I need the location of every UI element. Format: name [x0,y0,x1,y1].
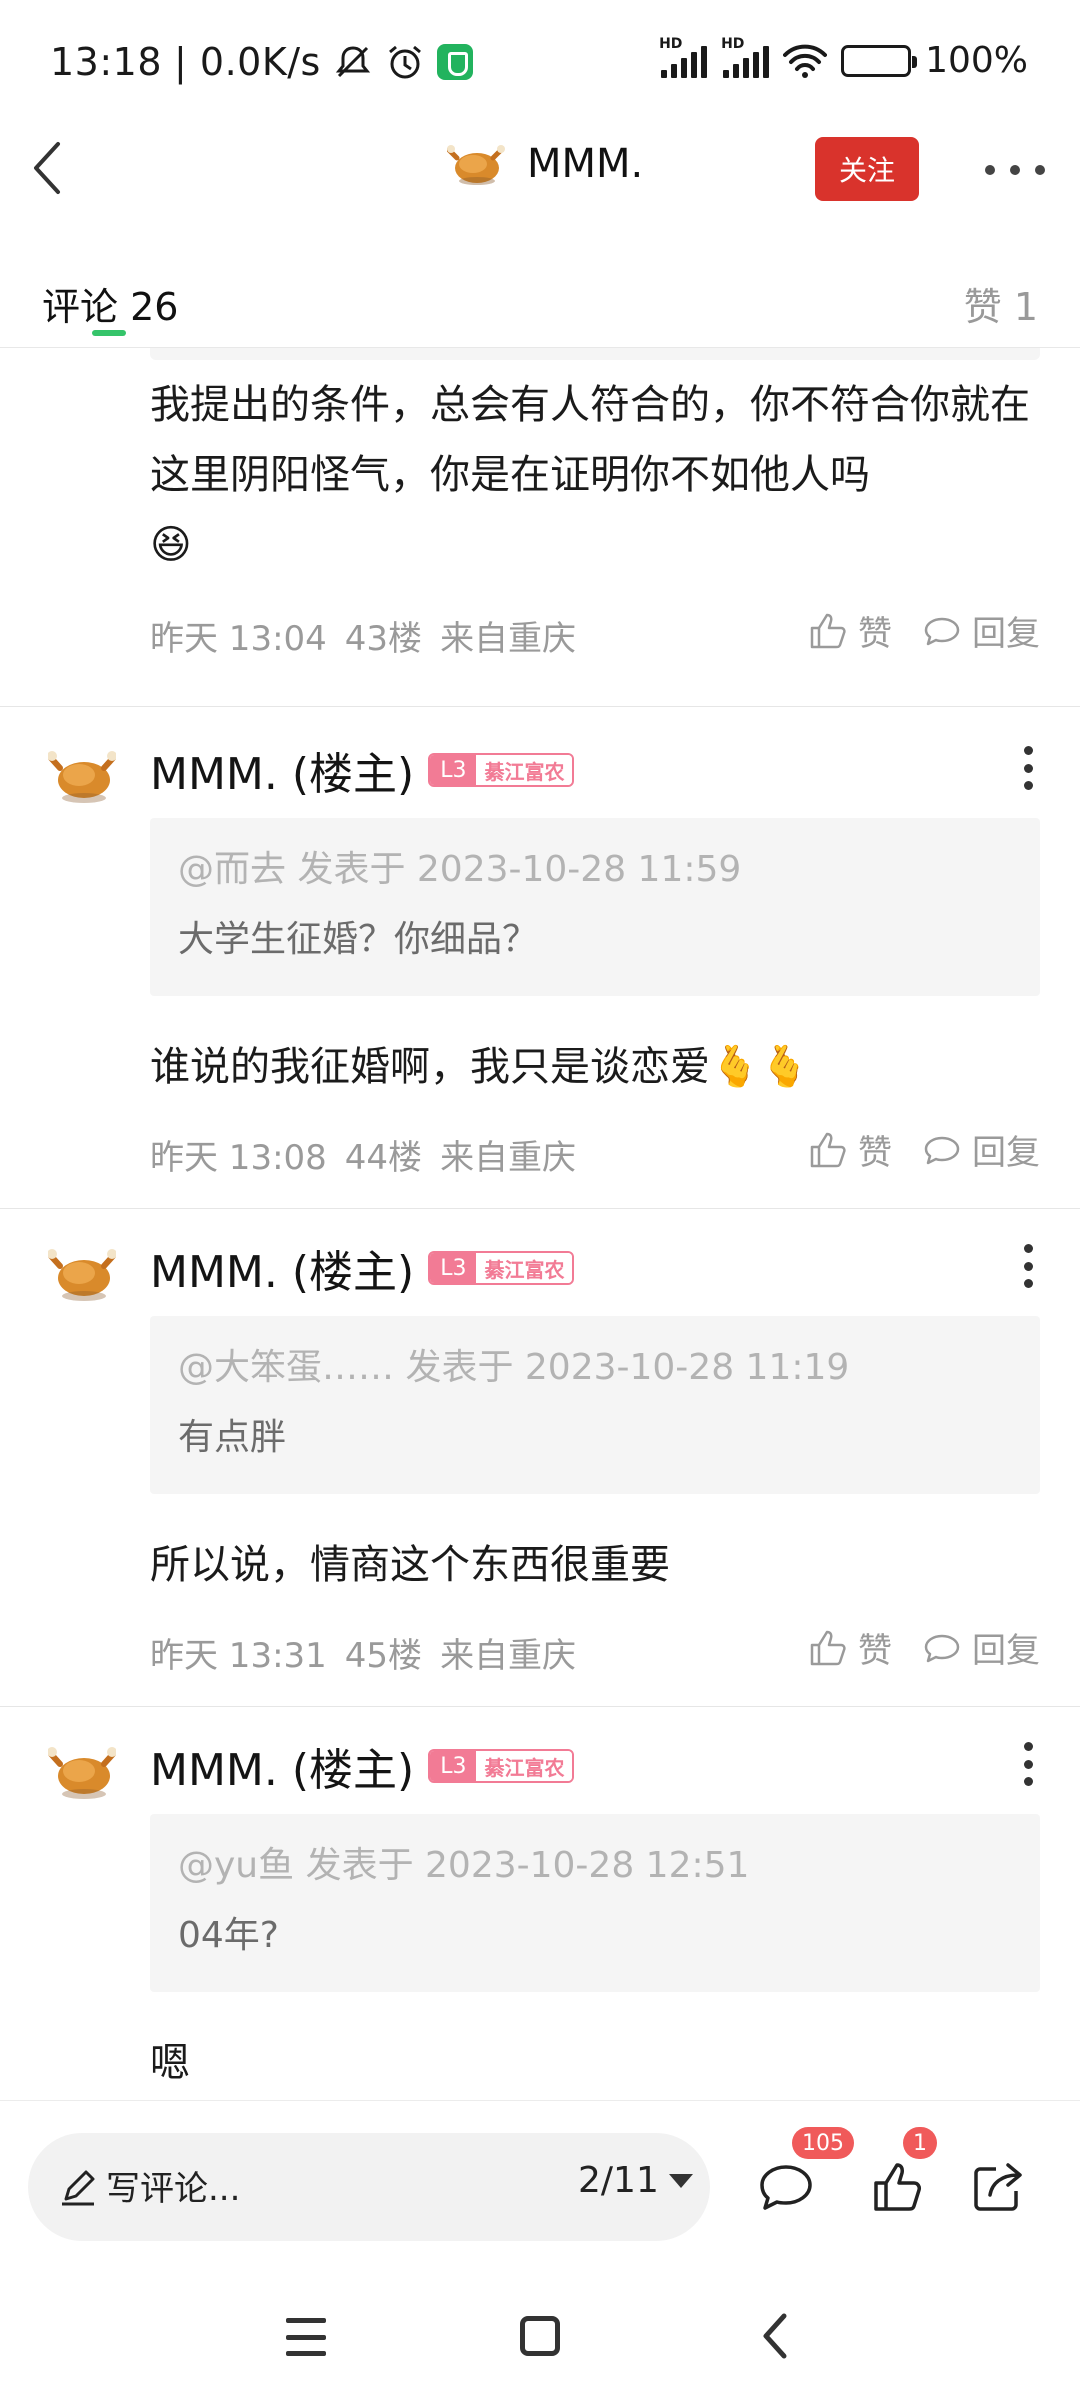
like-count-badge: 1 [903,2127,937,2159]
comment-text: 我提出的条件，总会有人符合的，你不符合你就在这里阴阳怪气，你是在证明你不如他人吗… [150,382,1030,568]
pencil-icon [62,2170,95,2206]
page-selector[interactable]: 2/11 [578,2160,693,2201]
comment-text: 嗯 [150,2040,190,2086]
back-icon[interactable] [28,138,68,198]
tab-active-indicator [92,330,126,336]
battery-level: 100% [925,40,1028,81]
comment-input-placeholder: 写评论... [106,2169,241,2209]
roast-chicken-avatar[interactable] [48,1740,116,1802]
tab-bar: 评论 26 赞 1 [0,260,1080,348]
status-time: 13:18 [50,40,163,84]
comment-header: MMM. (楼主) L3 綦江富农 [150,1734,575,1798]
status-bar: 13:18 | 0.0K/s HD HD 100% [0,0,1080,130]
status-right: HD HD 100% [659,36,1028,82]
share-icon[interactable] [966,2155,1030,2219]
divider [0,1208,1080,1209]
comment-actions: 赞 回复 [808,1125,1040,1174]
comment-header: MMM. (楼主) L3 綦江富农 [150,738,575,802]
chat-bubble-icon [924,1136,960,1164]
battery-icon [841,44,918,77]
hand-emoji: 🫰🫰 [710,1044,810,1090]
nav-title[interactable]: MMM. [447,140,643,188]
comment-author[interactable]: MMM. (楼主) [150,1236,414,1300]
laughing-emoji: 😆 [150,522,192,568]
like-button[interactable]: 赞 [808,1125,892,1174]
status-left: 13:18 | 0.0K/s [50,40,473,84]
thumbs-up-icon[interactable] [866,2155,930,2219]
roast-chicken-avatar [447,145,505,185]
reply-button[interactable]: 回复 [922,1623,1040,1672]
thumbs-up-icon [810,1132,846,1167]
chat-bubble-icon [924,617,960,645]
follow-button[interactable]: 关注 [815,137,919,201]
home-icon[interactable] [520,2316,560,2356]
thumbs-up-icon [810,613,846,648]
comment-feed[interactable]: 我提出的条件，总会有人符合的，你不符合你就在这里阴阳怪气，你是在证明你不如他人吗… [0,348,1080,2100]
recent-apps-icon[interactable] [286,2318,326,2356]
comment-author[interactable]: MMM. (楼主) [150,1734,414,1798]
alarm-icon [388,45,421,79]
comment-meta: 昨天 13:31 45楼 来自重庆 [150,1636,577,1676]
signal-icon: HD [659,36,708,78]
level-badge: L3 綦江富农 [428,753,575,787]
comments-count: 26 [130,285,179,329]
quoted-comment[interactable]: @大笨蛋…… 发表于 2023-10-28 11:19 有点胖 [150,1316,1040,1494]
comment-author[interactable]: MMM. (楼主) [150,738,414,802]
thumbs-up-icon [810,1630,846,1665]
comment-meta: 昨天 13:04 43楼 来自重庆 [150,619,577,659]
divider [0,1706,1080,1707]
shield-icon [436,44,473,80]
chat-bubble-icon [924,1634,960,1662]
status-speed: | 0.0K/s [174,40,321,84]
comment-icon[interactable] [754,2155,818,2219]
page-indicator: 2/11 [578,2160,659,2201]
comment-count-badge: 105 [792,2127,854,2159]
reply-button[interactable]: 回复 [922,606,1040,655]
roast-chicken-avatar[interactable] [48,1242,116,1304]
comment-more-icon[interactable] [1022,1742,1034,1786]
comment-header: MMM. (楼主) L3 綦江富农 [150,1236,575,1300]
quoted-comment[interactable]: @而去 发表于 2023-10-28 11:59 大学生征婚？你细品？ [150,818,1040,996]
comment-meta: 昨天 13:08 44楼 来自重庆 [150,1138,577,1178]
tab-comments[interactable]: 评论 26 [42,276,178,331]
quote-remnant [150,348,1040,360]
like-button[interactable]: 赞 [808,606,892,655]
signal-icon: HD [721,36,770,78]
wifi-icon [783,44,828,78]
mute-icon [335,46,370,78]
more-options-icon[interactable] [985,155,1045,185]
level-badge: L3 綦江富农 [428,1251,575,1285]
like-button[interactable]: 赞 [808,1623,892,1672]
comment-actions: 赞 回复 [808,606,1040,655]
level-badge: L3 綦江富农 [428,1749,575,1783]
dropdown-triangle-icon [668,2173,693,2188]
comment-text: 所以说，情商这个东西很重要 [150,1542,670,1588]
comment-actions: 赞 回复 [808,1623,1040,1672]
comment-text: 谁说的我征婚啊，我只是谈恋爱🫰🫰 [150,1044,810,1090]
divider [0,706,1080,707]
system-back-icon[interactable] [756,2310,796,2362]
roast-chicken-avatar[interactable] [48,744,116,806]
tab-likes[interactable]: 赞 1 [964,276,1038,331]
comment-more-icon[interactable] [1022,1244,1034,1288]
quoted-comment[interactable]: @yu鱼 发表于 2023-10-28 12:51 04年? [150,1814,1040,1992]
nav-username: MMM. [527,141,644,187]
comment-more-icon[interactable] [1022,746,1034,790]
reply-button[interactable]: 回复 [922,1125,1040,1174]
